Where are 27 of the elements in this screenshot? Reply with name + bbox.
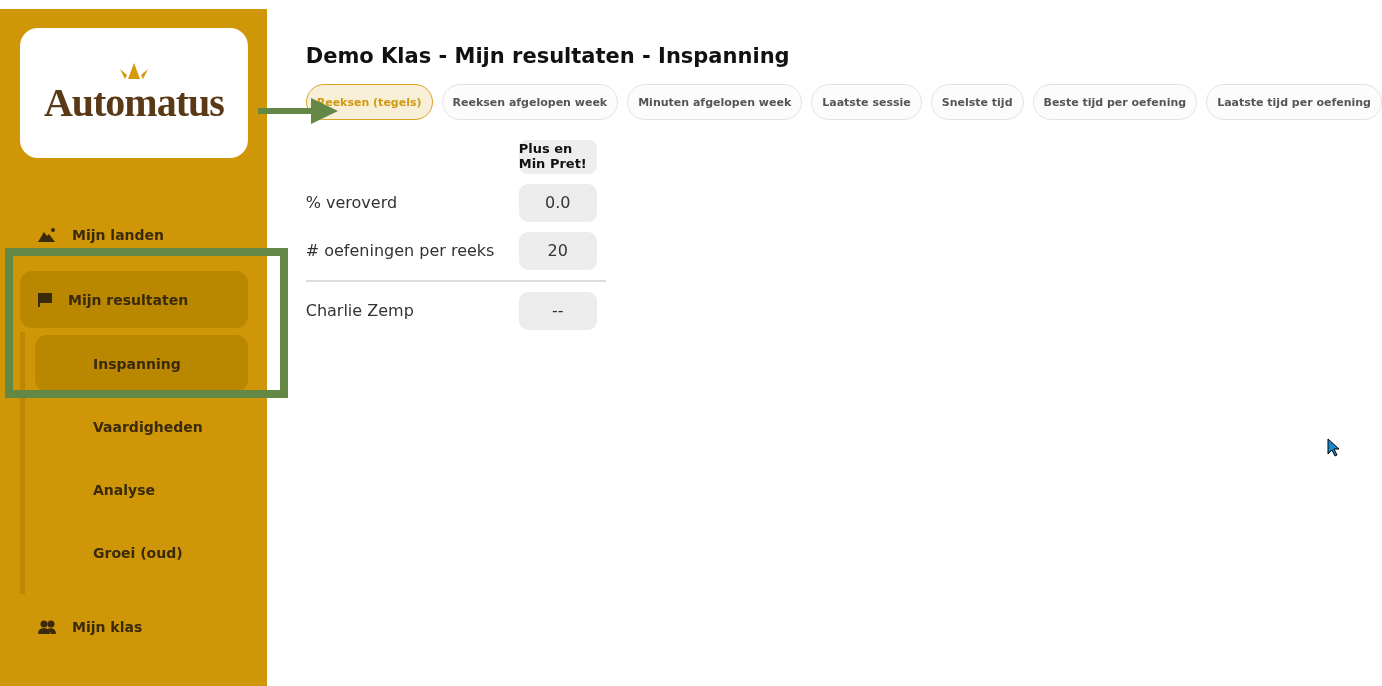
tab[interactable]: Snelste tijd <box>930 84 1024 120</box>
column-header: Plus en Min Pret! <box>518 140 597 174</box>
tab[interactable]: Reeksen afgelopen week <box>441 84 619 120</box>
nav-item[interactable]: Mijn landen <box>10 206 248 263</box>
flag-icon <box>38 292 52 307</box>
page-title: Demo Klas - Mijn resultaten - Inspanning <box>305 44 791 68</box>
tab[interactable]: Minuten afgelopen week <box>627 84 803 120</box>
mountain-icon <box>38 227 56 242</box>
crown-icon <box>117 63 150 81</box>
row-label: # oefeningen per reeks <box>305 241 496 261</box>
nav-item[interactable]: Mijn klas <box>10 598 248 655</box>
table-cell: -- <box>518 291 597 330</box>
logo-text: Automatus <box>43 83 224 123</box>
student-name: Charlie Zemp <box>305 301 415 321</box>
tab[interactable]: Beste tijd per oefening <box>1032 84 1198 120</box>
tab[interactable]: Laatste tijd per oefening <box>1206 84 1382 120</box>
nav-subitem[interactable]: Groei (oud) <box>35 524 248 581</box>
nav-item[interactable]: Mijn resultaten <box>20 271 248 328</box>
cursor-icon <box>1327 438 1340 457</box>
table-cell: 20 <box>518 231 597 270</box>
people-icon <box>38 619 56 634</box>
tab[interactable]: Laatste sessie <box>811 84 922 120</box>
nav-subitem[interactable]: Vaardigheden <box>35 398 248 455</box>
table-cell: 0.0 <box>518 183 597 222</box>
row-label: % veroverd <box>305 193 399 213</box>
nav-subitem[interactable]: Analyse <box>35 461 248 518</box>
nav-subitem[interactable]: Inspanning <box>35 335 248 392</box>
